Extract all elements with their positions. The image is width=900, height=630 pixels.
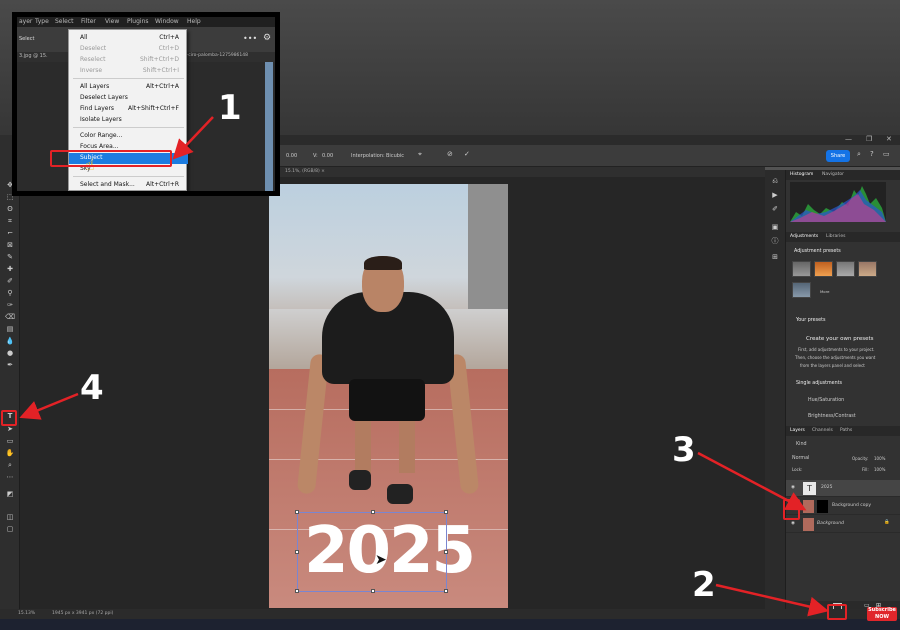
step-number-1: 1 (218, 88, 242, 128)
annotation-arrows (19, 116, 829, 617)
arrow-4 (19, 392, 79, 420)
arrow-2 (715, 583, 829, 617)
arrow-3 (697, 451, 807, 511)
step-number-2: 2 (692, 565, 716, 605)
subscribe-badge[interactable]: Subscribe NOW (867, 607, 897, 621)
arrow-1 (172, 116, 214, 160)
step-number-4: 4 (80, 368, 104, 408)
step-number-3: 3 (672, 430, 696, 470)
